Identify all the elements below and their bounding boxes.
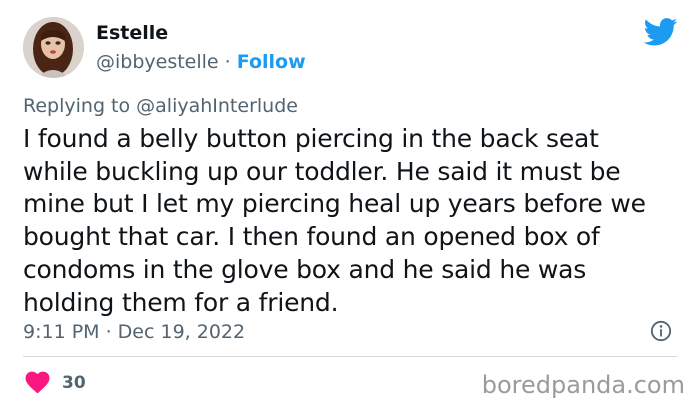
tweet-text-line: bought that car. I then found an opened …	[23, 222, 600, 252]
handle-row: @ibbyestelle · Follow	[96, 49, 306, 75]
heart-icon[interactable]	[25, 371, 50, 394]
tweet-text-line: while buckling up our toddler. He said i…	[23, 156, 621, 186]
watermark: boredpanda.com	[481, 371, 685, 399]
tweet-text-line: holding them for a friend.	[23, 287, 339, 317]
display-name[interactable]: Estelle	[96, 20, 168, 46]
like-count: 30	[62, 373, 86, 393]
tweet-text: I found a belly button piercing in the b…	[23, 123, 685, 319]
follow-button[interactable]: Follow	[237, 51, 306, 73]
handle-separator: ·	[218, 51, 237, 73]
reply-prefix: Replying to	[23, 95, 137, 117]
divider	[23, 356, 677, 357]
reply-handle-link[interactable]: @aliyahInterlude	[136, 95, 298, 117]
avatar[interactable]	[23, 17, 84, 78]
tweet-text-line: condoms in the glove box and he said he …	[23, 254, 587, 284]
info-icon[interactable]	[650, 320, 672, 342]
avatar-image	[23, 17, 84, 78]
twitter-bird-icon[interactable]	[644, 18, 678, 46]
tweet-timestamp[interactable]: 9:11 PM · Dec 19, 2022	[23, 319, 245, 345]
tweet-text-line: mine but I let my piercing heal up years…	[23, 189, 646, 219]
replying-to: Replying to @aliyahInterlude	[23, 93, 298, 119]
tweet-text-line: I found a belly button piercing in the b…	[23, 124, 599, 153]
user-handle[interactable]: @ibbyestelle	[96, 51, 219, 73]
